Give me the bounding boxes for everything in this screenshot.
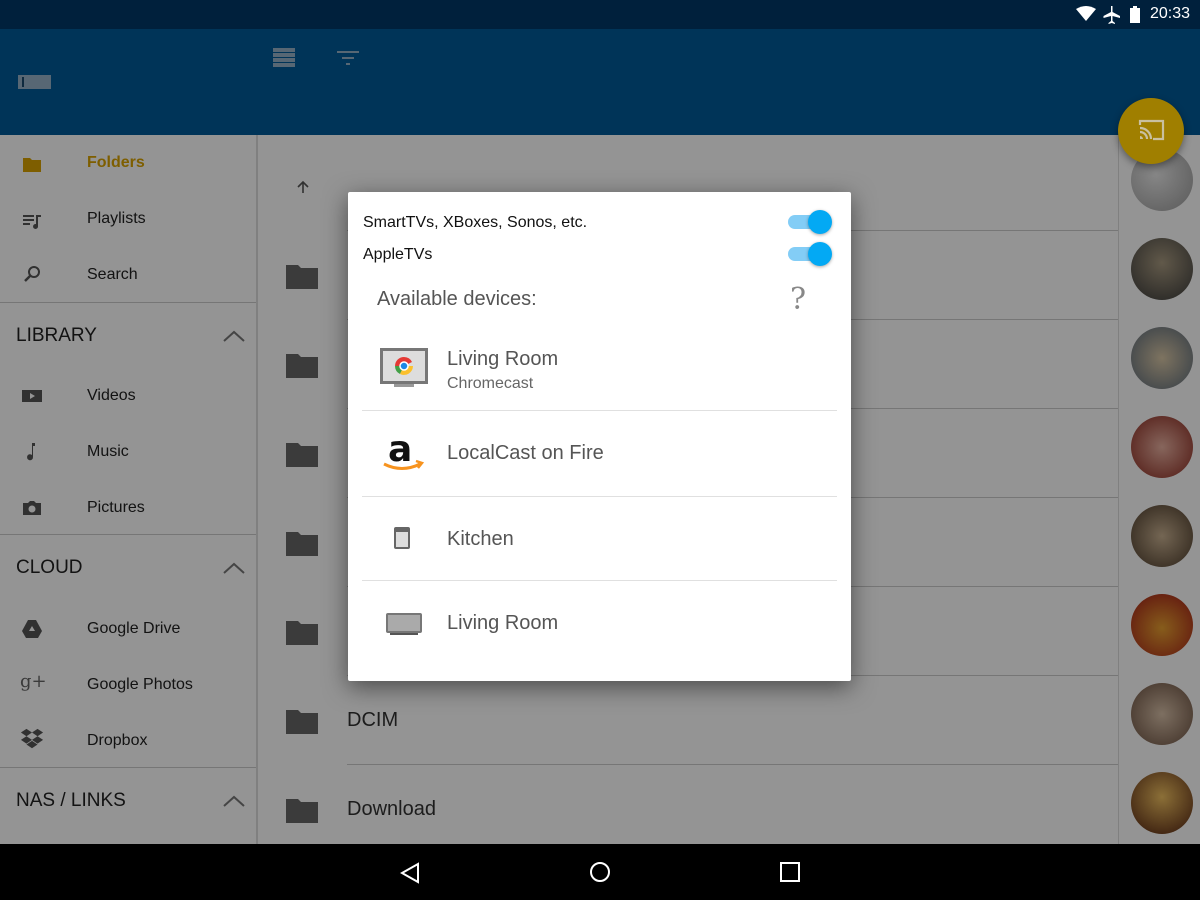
home-icon[interactable]: [589, 861, 611, 883]
device-name: Living Room: [447, 348, 559, 370]
svg-text:a: a: [388, 431, 412, 470]
toggle-label-appletvs: AppleTVs: [363, 246, 433, 263]
recents-icon[interactable]: [780, 862, 800, 882]
cast-device-dialog: SmartTVs, XBoxes, Sonos, etc. AppleTVs A…: [348, 192, 851, 681]
device-row-living-room[interactable]: Living Room: [362, 581, 837, 665]
device-name: Living Room: [447, 612, 559, 634]
back-icon[interactable]: [400, 862, 420, 884]
appletvs-toggle[interactable]: [788, 242, 832, 266]
wifi-icon: [1076, 6, 1096, 21]
app-toolbar: [0, 29, 1200, 135]
system-nav-bar: [0, 844, 1200, 900]
battery-icon: [1130, 6, 1140, 23]
help-icon[interactable]: ?: [790, 282, 806, 317]
speaker-wide-icon: [386, 613, 422, 635]
toggle-knob: [808, 242, 832, 266]
airplane-icon: [1103, 6, 1120, 24]
device-subtitle: Chromecast: [447, 375, 534, 392]
amazon-icon: a: [383, 431, 425, 470]
toggle-label-smarttvs: SmartTVs, XBoxes, Sonos, etc.: [363, 214, 588, 231]
chromecast-tv-icon: [380, 348, 428, 387]
cast-icon: [1138, 119, 1165, 141]
available-devices-label: Available devices:: [377, 288, 537, 310]
toolbar-scrim: [0, 29, 1200, 135]
device-row-kitchen[interactable]: Kitchen: [362, 497, 837, 581]
smarttvs-toggle[interactable]: [788, 210, 832, 234]
device-row-living-room-chromecast[interactable]: Living Room Chromecast: [362, 326, 837, 410]
toggle-knob: [808, 210, 832, 234]
device-row-localcast-on-fire[interactable]: a LocalCast on Fire: [362, 411, 837, 496]
status-time: 20:33: [1149, 5, 1190, 22]
speaker-small-icon: [394, 527, 410, 549]
device-name: Kitchen: [447, 528, 514, 550]
cast-fab-button[interactable]: [1118, 98, 1184, 164]
status-bar: 20:33: [0, 0, 1200, 29]
device-name: LocalCast on Fire: [447, 442, 604, 464]
